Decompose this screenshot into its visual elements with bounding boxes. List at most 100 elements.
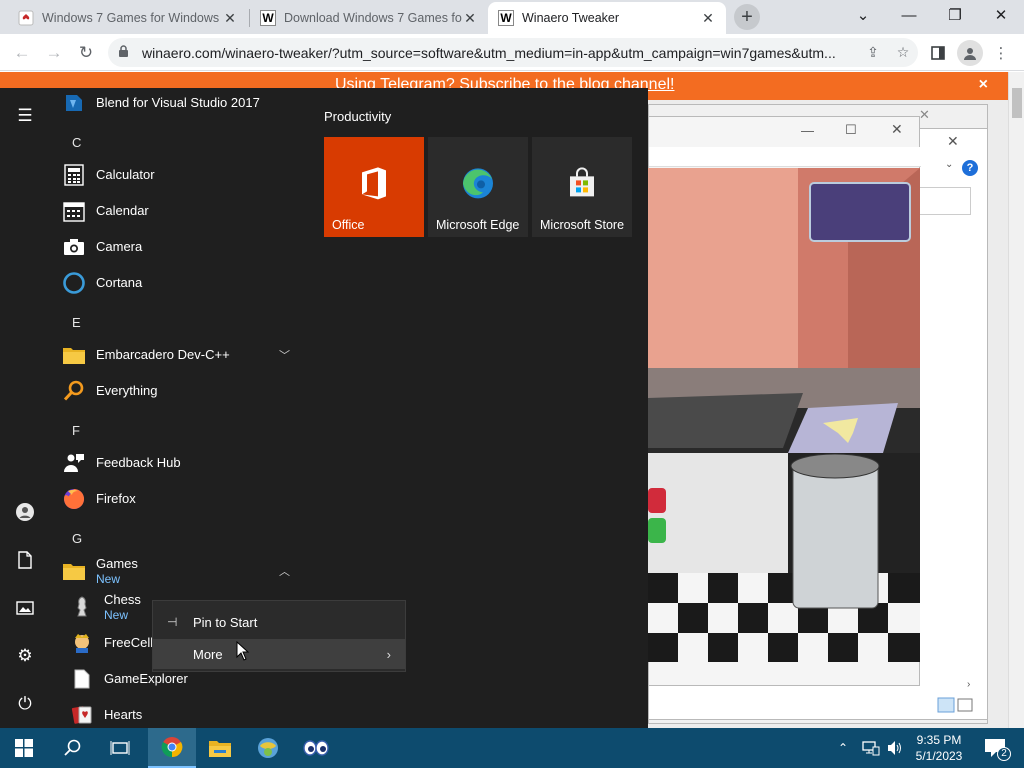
app-label: Calendar <box>96 203 149 218</box>
share-icon[interactable]: ⇪ <box>858 44 888 61</box>
scrollbar-thumb[interactable] <box>1012 88 1022 118</box>
forward-arrow-icon[interactable]: → <box>41 40 67 66</box>
tab-search-chevron-down-icon[interactable]: ⌄ <box>840 0 886 30</box>
page-scrollbar[interactable] <box>1008 72 1024 728</box>
app-everything[interactable]: Everything <box>62 373 302 409</box>
folder-icon <box>62 343 86 367</box>
winaero-favicon-icon: W <box>498 10 514 26</box>
close-tab-icon[interactable]: ✕ <box>222 10 238 27</box>
user-account-icon[interactable] <box>13 500 37 524</box>
app-games-folder[interactable]: Games New ︿ <box>62 553 302 589</box>
more-menu-icon[interactable]: ⋮ <box>988 40 1014 66</box>
letter-header-f[interactable]: F <box>72 423 80 438</box>
back-arrow-icon[interactable]: ← <box>9 40 35 66</box>
close-tab-icon[interactable]: ✕ <box>462 10 478 27</box>
minimize-window-button[interactable]: — <box>886 0 932 30</box>
side-panel-icon[interactable] <box>925 40 951 66</box>
tab-download-windows-7-games[interactable]: W Download Windows 7 Games fo ✕ <box>250 2 488 34</box>
folder-icon <box>62 559 86 583</box>
app-label: Blend for Visual Studio 2017 <box>96 95 260 110</box>
lock-icon[interactable] <box>118 44 132 61</box>
cortana-icon <box>62 271 86 295</box>
chrome-taskbar-icon[interactable] <box>148 728 196 768</box>
url-text[interactable]: winaero.com/winaero-tweaker/?utm_source=… <box>142 45 858 61</box>
tile-microsoft-store[interactable]: Microsoft Store <box>532 137 632 237</box>
address-bar[interactable]: winaero.com/winaero-tweaker/?utm_source=… <box>108 38 918 67</box>
game-minimize-icon: — <box>801 123 814 138</box>
reload-icon[interactable]: ↻ <box>73 40 99 66</box>
blend-icon <box>62 91 86 115</box>
app-calculator[interactable]: Calculator <box>62 157 302 193</box>
games-favicon-icon <box>18 10 34 26</box>
tile-microsoft-edge[interactable]: Microsoft Edge <box>428 137 528 237</box>
store-bag-icon <box>564 165 600 201</box>
taskbar: ⌃ 9:35 PM 5/1/2023 2 <box>0 728 1024 768</box>
games-explorer-taskbar-icon[interactable] <box>244 728 292 768</box>
expand-chevron-down-icon[interactable]: ﹀ <box>279 347 290 363</box>
start-rail: ☰ ⚙ ⏻ <box>0 88 50 728</box>
settings-gear-icon[interactable]: ⚙ <box>13 644 37 668</box>
app-embarcadero-dev-cpp[interactable]: Embarcadero Dev-C++ ﹀ <box>62 337 302 373</box>
camera-icon <box>62 235 86 259</box>
app-label: Camera <box>96 239 143 254</box>
windows-start-icon[interactable] <box>0 728 48 768</box>
view-toggle-icons <box>936 697 976 715</box>
close-window-button[interactable]: ✕ <box>978 0 1024 30</box>
letter-header-e[interactable]: E <box>72 315 81 330</box>
app-cortana[interactable]: Cortana <box>62 265 302 301</box>
context-item-pin-to-start[interactable]: ⊣ Pin to Start <box>153 607 405 637</box>
clock-time: 9:35 PM <box>916 733 962 747</box>
app-label: Everything <box>96 383 158 398</box>
office-icon <box>356 165 392 201</box>
app-calendar[interactable]: Calendar <box>62 193 302 229</box>
purble-place-game-scene <box>648 168 920 662</box>
power-icon[interactable]: ⏻ <box>13 692 37 716</box>
app-camera[interactable]: Camera <box>62 229 302 265</box>
tab-windows-7-games[interactable]: Windows 7 Games for Windows ✕ <box>8 2 248 34</box>
chess-icon <box>70 595 94 619</box>
app-firefox[interactable]: Firefox <box>62 481 302 517</box>
submenu-chevron-right-icon: › <box>386 646 391 662</box>
purble-eyes-taskbar-icon[interactable] <box>292 728 340 768</box>
bookmark-star-icon[interactable]: ☆ <box>888 44 918 61</box>
restore-window-button[interactable]: ❐ <box>932 0 978 30</box>
show-hidden-icons-chevron-up-icon[interactable]: ⌃ <box>838 728 848 768</box>
tile-group-title[interactable]: Productivity <box>324 109 391 124</box>
freecell-king-icon <box>70 631 94 655</box>
banner-close-icon[interactable]: × <box>979 76 988 94</box>
tile-label: Microsoft Edge <box>436 218 520 232</box>
calculator-icon <box>62 163 86 187</box>
context-item-more[interactable]: More › <box>153 639 405 669</box>
edge-icon <box>460 165 496 201</box>
collapse-chevron-up-icon[interactable]: ︿ <box>279 563 290 579</box>
taskbar-clock[interactable]: 9:35 PM 5/1/2023 <box>906 732 972 764</box>
volume-speaker-icon[interactable] <box>887 728 903 768</box>
game-close-icon: ✕ <box>891 121 903 137</box>
close-tab-icon[interactable]: ✕ <box>700 10 716 27</box>
tab-winaero-tweaker[interactable]: W Winaero Tweaker ✕ <box>488 2 726 34</box>
chess-label-group: Chess New <box>104 592 141 623</box>
pictures-icon[interactable] <box>13 596 37 620</box>
tile-office[interactable]: Office <box>324 137 424 237</box>
new-badge: New <box>104 607 129 622</box>
bg-close-icon: ✕ <box>919 107 930 122</box>
documents-icon[interactable] <box>13 548 37 572</box>
tab-title: Windows 7 Games for Windows <box>42 11 220 25</box>
file-explorer-icon[interactable] <box>196 728 244 768</box>
app-label: Feedback Hub <box>96 455 181 470</box>
app-label: GameExplorer <box>104 671 188 686</box>
app-feedback-hub[interactable]: Feedback Hub <box>62 445 302 481</box>
hamburger-menu-icon[interactable]: ☰ <box>13 104 37 128</box>
profile-avatar-icon[interactable] <box>957 40 983 66</box>
action-center-notifications-icon[interactable]: 2 <box>980 728 1011 768</box>
browser-toolbar: ← → ↻ winaero.com/winaero-tweaker/?utm_s… <box>0 34 1024 71</box>
search-icon[interactable] <box>48 728 96 768</box>
network-icon[interactable] <box>862 728 880 768</box>
letter-header-g[interactable]: G <box>72 531 82 546</box>
task-view-icon[interactable] <box>96 728 144 768</box>
tab-strip: Windows 7 Games for Windows ✕ W Download… <box>0 0 1024 34</box>
tab-title: Winaero Tweaker <box>522 11 620 25</box>
new-tab-button[interactable]: + <box>734 4 760 30</box>
app-blend-visual-studio[interactable]: Blend for Visual Studio 2017 <box>62 85 302 121</box>
letter-header-c[interactable]: C <box>72 135 81 150</box>
